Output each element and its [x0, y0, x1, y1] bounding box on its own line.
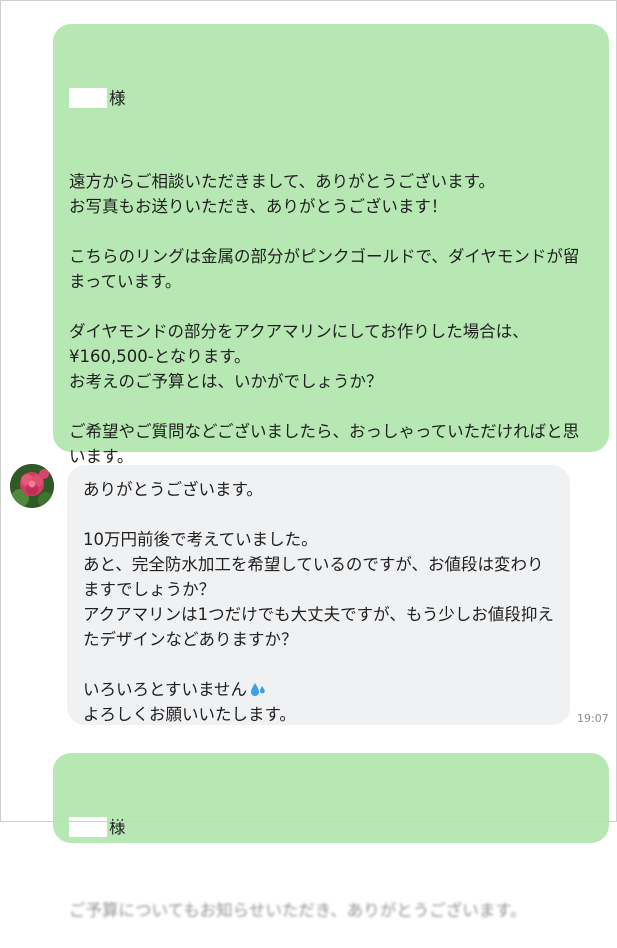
- redacted-name: [69, 88, 107, 108]
- incoming-message-bubble[interactable]: ありがとうございます。 10万円前後で考えていました。 あと、完全防水加工を希望…: [67, 465, 570, 725]
- salutation-line: 様: [69, 86, 593, 111]
- message-timestamp: 19:07: [577, 712, 609, 725]
- salutation-suffix: 様: [109, 89, 126, 108]
- outgoing-message-bubble[interactable]: 様 ご予算についてもお知らせいただき、ありがとうございます。: [53, 753, 609, 920]
- redacted-name: [69, 817, 107, 837]
- sweat-droplets-icon: [251, 683, 265, 696]
- message-text: ありがとうございます。 10万円前後で考えていました。 あと、完全防水加工を希望…: [83, 480, 554, 699]
- salutation-line: 様: [69, 815, 593, 840]
- salutation-suffix: 様: [109, 818, 126, 837]
- outgoing-message-bubble[interactable]: 様 遠方からご相談いただきまして、ありがとうございます。 お写真もお送りいただき…: [53, 24, 609, 541]
- flower-avatar-icon: [10, 464, 54, 508]
- sender-avatar[interactable]: [10, 464, 54, 508]
- message-text-blurred: ご予算についてもお知らせいただき、ありがとうございます。: [69, 901, 527, 920]
- message-text-end: よろしくお願いいたします。: [83, 705, 296, 724]
- top-bar-remnant: [0, 0, 617, 12]
